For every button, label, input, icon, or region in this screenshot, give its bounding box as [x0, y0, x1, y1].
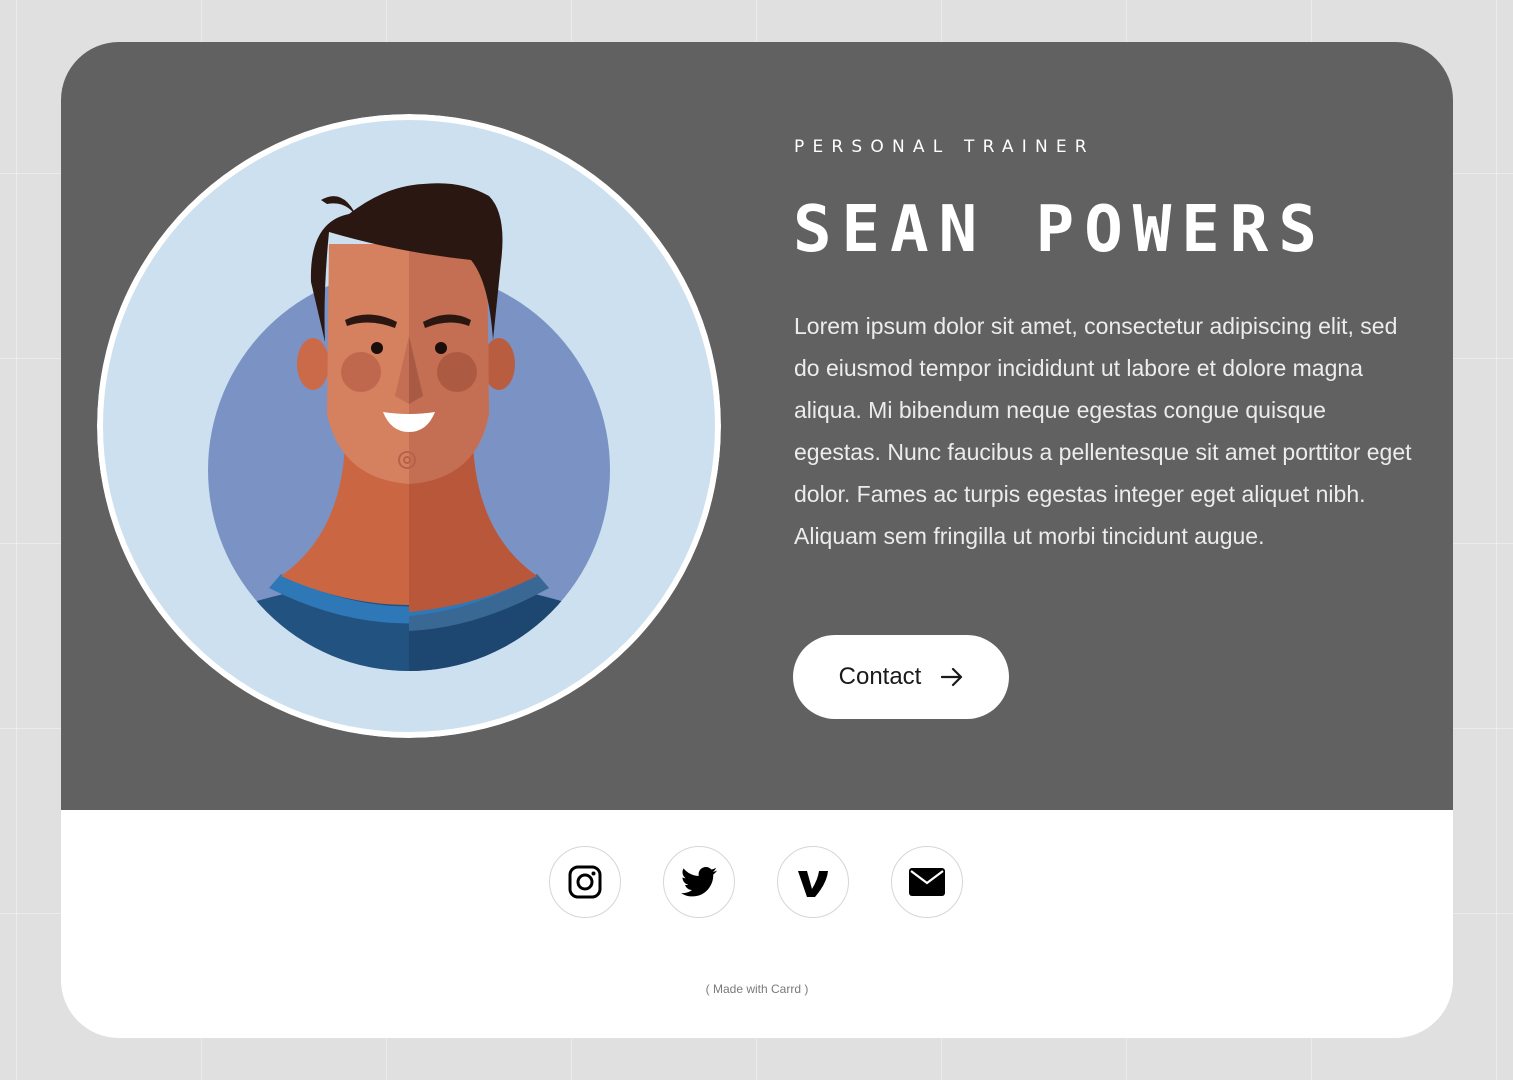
profile-card: PERSONAL TRAINER SEAN POWERS Lorem ipsum…	[61, 42, 1453, 1038]
bio-text: Lorem ipsum dolor sit amet, consectetur …	[794, 313, 1412, 549]
envelope-icon	[909, 868, 945, 896]
email-link[interactable]	[891, 846, 963, 918]
footer-section: ( Made with Carrd )	[61, 810, 1453, 1038]
vimeo-link[interactable]	[777, 846, 849, 918]
made-with-carrd-link[interactable]: ( Made with Carrd )	[61, 982, 1453, 996]
twitter-link[interactable]	[663, 846, 735, 918]
vimeo-icon	[798, 871, 828, 897]
instagram-icon	[568, 865, 602, 899]
avatar	[97, 114, 721, 738]
man-portrait-illustration-icon	[97, 114, 721, 738]
role-label: PERSONAL TRAINER	[794, 137, 1095, 157]
social-links	[549, 846, 963, 918]
arrow-right-icon	[941, 667, 963, 687]
contact-button[interactable]: Contact	[793, 635, 1009, 719]
page-title: SEAN POWERS	[793, 193, 1327, 267]
contact-button-label: Contact	[838, 663, 922, 690]
twitter-icon	[681, 867, 717, 897]
instagram-link[interactable]	[549, 846, 621, 918]
hero-section: PERSONAL TRAINER SEAN POWERS Lorem ipsum…	[61, 42, 1453, 810]
